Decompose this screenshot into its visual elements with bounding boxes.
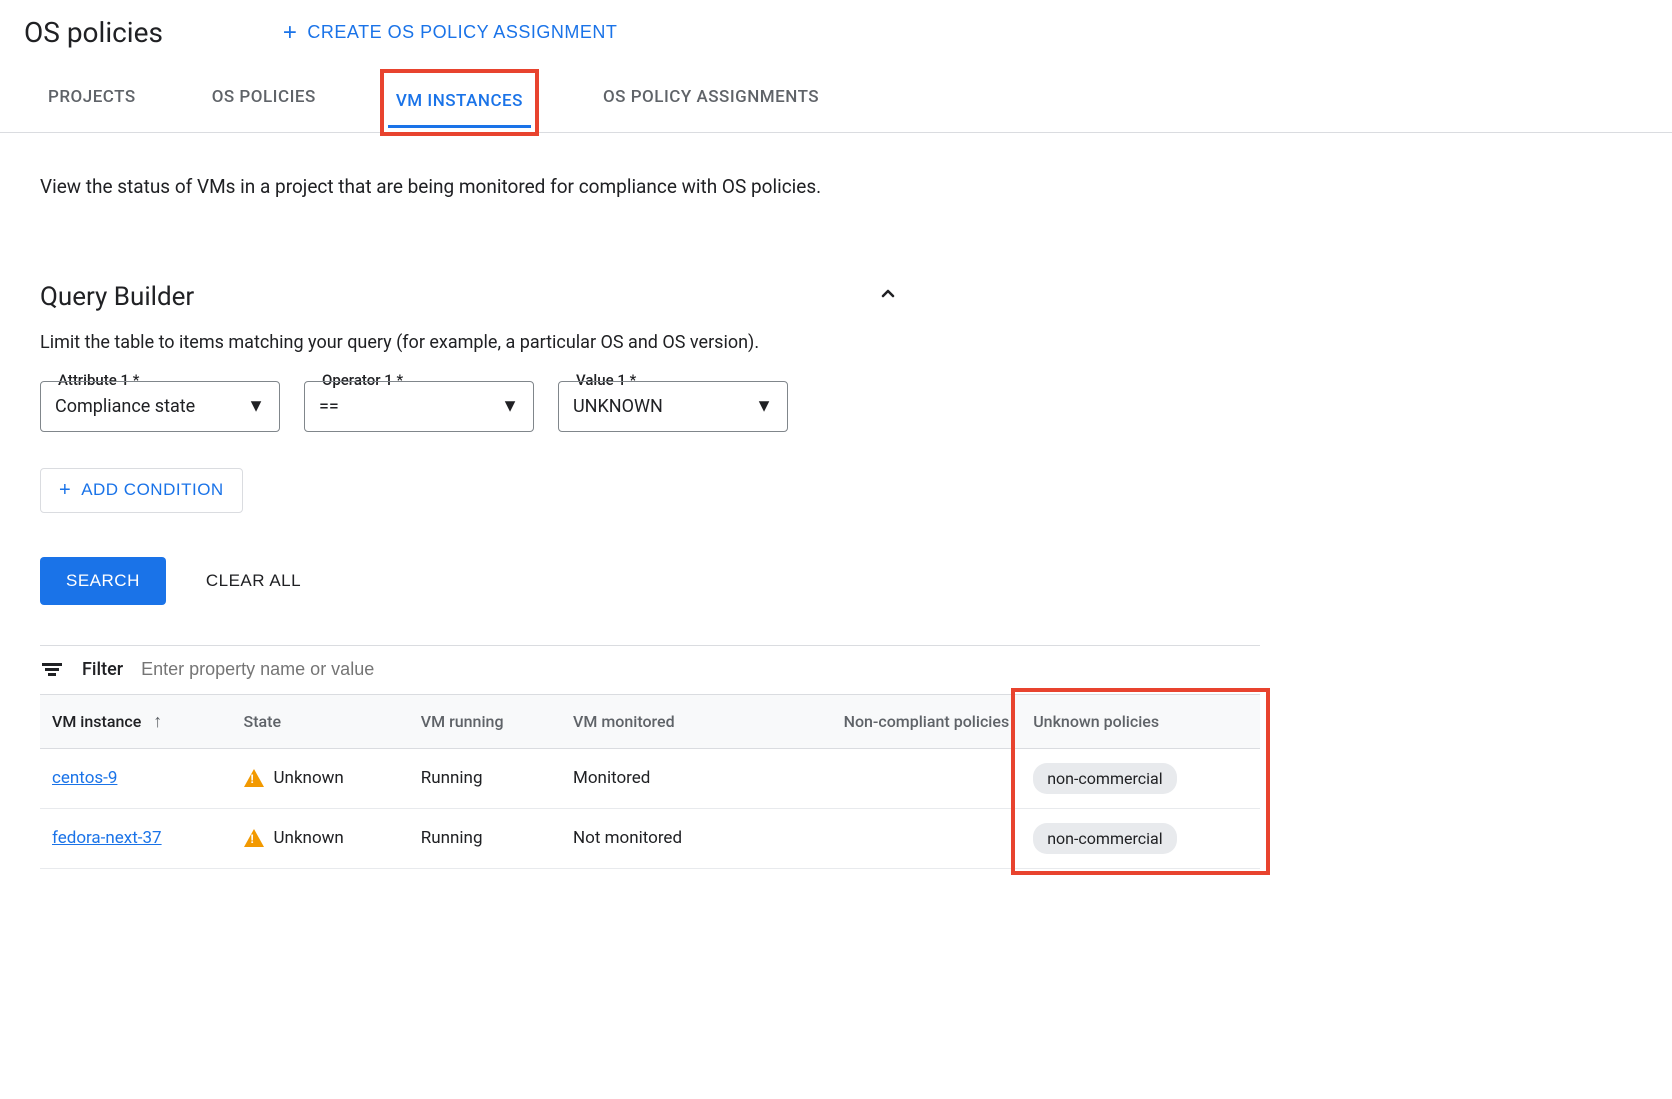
col-unknown-policies[interactable]: Unknown policies xyxy=(1021,694,1260,748)
attribute-select[interactable]: Compliance state ▼ xyxy=(40,381,280,432)
col-vm-instance[interactable]: VM instance ↑ xyxy=(40,694,232,748)
warning-icon xyxy=(244,769,264,787)
page-description: View the status of VMs in a project that… xyxy=(40,173,890,202)
plus-icon: + xyxy=(283,19,298,47)
value-select[interactable]: UNKNOWN ▼ xyxy=(558,381,788,432)
noncompliant-cell xyxy=(751,748,1021,808)
vm-link[interactable]: fedora-next-37 xyxy=(52,828,162,848)
add-condition-button[interactable]: + ADD CONDITION xyxy=(40,468,243,513)
operator-select[interactable]: == ▼ xyxy=(304,381,534,432)
unknown-policy-chip[interactable]: non-commercial xyxy=(1033,823,1176,854)
tabs: PROJECTS OS POLICIES VM INSTANCES OS POL… xyxy=(0,73,1672,133)
create-os-policy-assignment-button[interactable]: + CREATE OS POLICY ASSIGNMENT xyxy=(283,19,617,47)
monitored-cell: Monitored xyxy=(561,748,751,808)
caret-down-icon: ▼ xyxy=(755,396,773,417)
page-title: OS policies xyxy=(24,16,163,49)
caret-down-icon: ▼ xyxy=(501,396,519,417)
clear-all-button[interactable]: CLEAR ALL xyxy=(206,571,301,591)
running-cell: Running xyxy=(409,748,561,808)
vm-link[interactable]: centos-9 xyxy=(52,768,117,788)
add-condition-label: ADD CONDITION xyxy=(81,480,224,500)
query-builder-description: Limit the table to items matching your q… xyxy=(40,332,1260,353)
search-button[interactable]: SEARCH xyxy=(40,557,166,605)
col-vm-running[interactable]: VM running xyxy=(409,694,561,748)
noncompliant-cell xyxy=(751,808,1021,868)
value-value: UNKNOWN xyxy=(573,396,663,417)
sort-asc-icon: ↑ xyxy=(153,711,162,732)
monitored-cell: Not monitored xyxy=(561,808,751,868)
unknown-policy-chip[interactable]: non-commercial xyxy=(1033,763,1176,794)
query-builder-title: Query Builder xyxy=(40,282,194,312)
col-noncompliant[interactable]: Non-compliant policies xyxy=(751,694,1021,748)
filter-input[interactable] xyxy=(141,659,1260,680)
col-state[interactable]: State xyxy=(232,694,409,748)
tab-projects[interactable]: PROJECTS xyxy=(40,73,144,132)
create-button-label: CREATE OS POLICY ASSIGNMENT xyxy=(307,22,617,43)
filter-icon xyxy=(40,658,64,682)
caret-down-icon: ▼ xyxy=(247,396,265,417)
filter-label: Filter xyxy=(82,659,123,680)
vm-table: VM instance ↑ State VM running VM monito… xyxy=(40,694,1260,869)
state-text: Unknown xyxy=(274,768,344,788)
operator-value: == xyxy=(319,396,339,417)
table-row: fedora-next-37 Unknown Running Not monit… xyxy=(40,808,1260,868)
tab-vm-instances[interactable]: VM INSTANCES xyxy=(388,77,531,128)
tab-os-policies[interactable]: OS POLICIES xyxy=(204,73,324,132)
tab-highlight-box: VM INSTANCES xyxy=(380,69,539,136)
table-row: centos-9 Unknown Running Monitored non-c… xyxy=(40,748,1260,808)
tab-os-policy-assignments[interactable]: OS POLICY ASSIGNMENTS xyxy=(595,73,827,132)
running-cell: Running xyxy=(409,808,561,868)
attribute-value: Compliance state xyxy=(55,396,195,417)
col-vm-monitored[interactable]: VM monitored xyxy=(561,694,751,748)
chevron-up-icon[interactable] xyxy=(876,282,900,311)
warning-icon xyxy=(244,829,264,847)
state-text: Unknown xyxy=(274,828,344,848)
plus-icon: + xyxy=(59,479,71,502)
